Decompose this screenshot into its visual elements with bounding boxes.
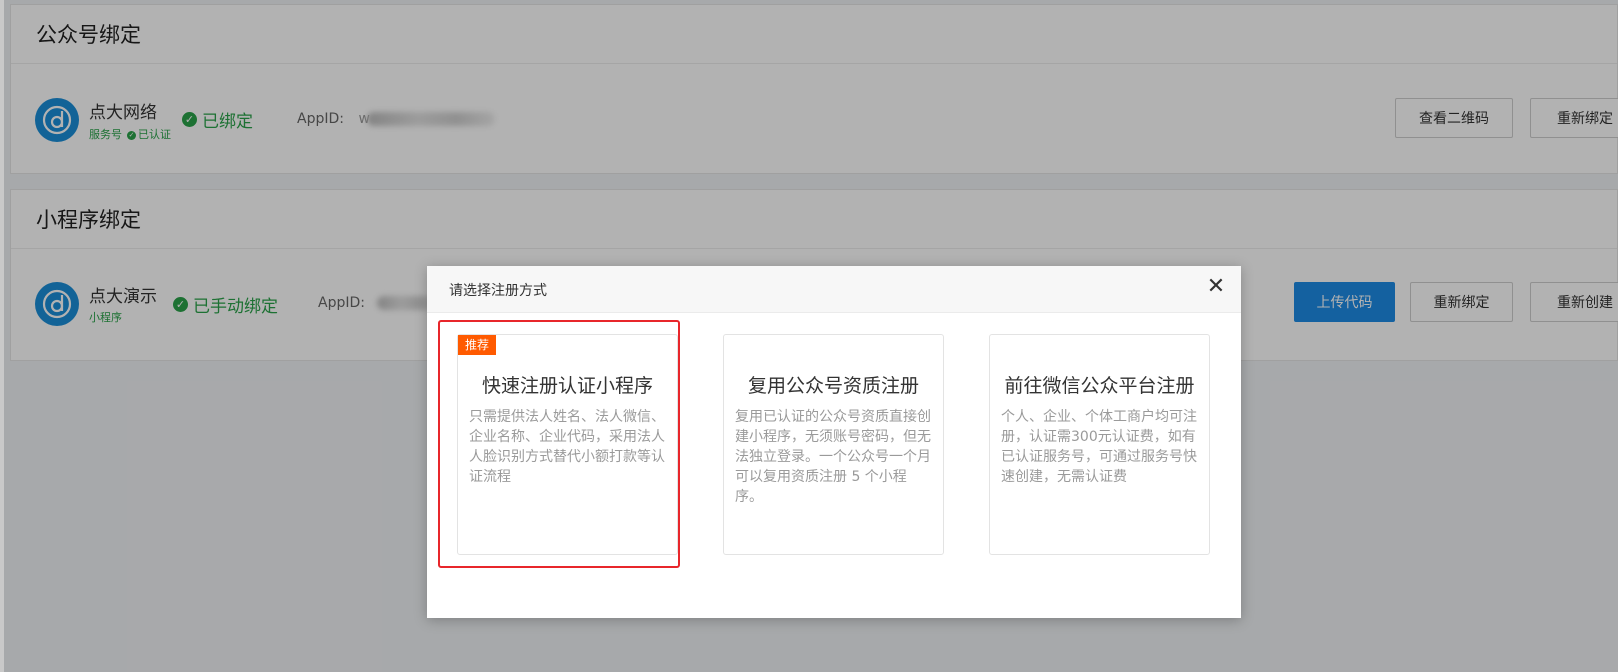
option-description: 复用已认证的公众号资质直接创建小程序，无须账号密码，但无法独立登录。一个公众号一…: [735, 409, 931, 505]
left-edge-divider: [0, 0, 4, 672]
close-icon[interactable]: ✕: [1205, 276, 1227, 298]
page: 公众号绑定 点大网络 服务号 ✓ 已认证 ✓ 已绑定 AppID: w 查看二维…: [0, 0, 1618, 672]
option-reuse-official-account[interactable]: 复用公众号资质注册 复用已认证的公众号资质直接创建小程序，无须账号密码，但无法独…: [723, 334, 944, 555]
option-title: 复用公众号资质注册: [747, 375, 919, 397]
option-description: 个人、企业、个体工商户均可注册，认证需300元认证费，如有已认证服务号，可通过服…: [1001, 409, 1197, 485]
modal-header: 请选择注册方式 ✕: [427, 266, 1241, 313]
option-wechat-platform-register[interactable]: 前往微信公众平台注册 个人、企业、个体工商户均可注册，认证需300元认证费，如有…: [989, 334, 1210, 555]
modal-title: 请选择注册方式: [449, 283, 547, 299]
option-title: 前往微信公众平台注册: [1004, 375, 1195, 397]
highlight-box: [438, 320, 680, 568]
